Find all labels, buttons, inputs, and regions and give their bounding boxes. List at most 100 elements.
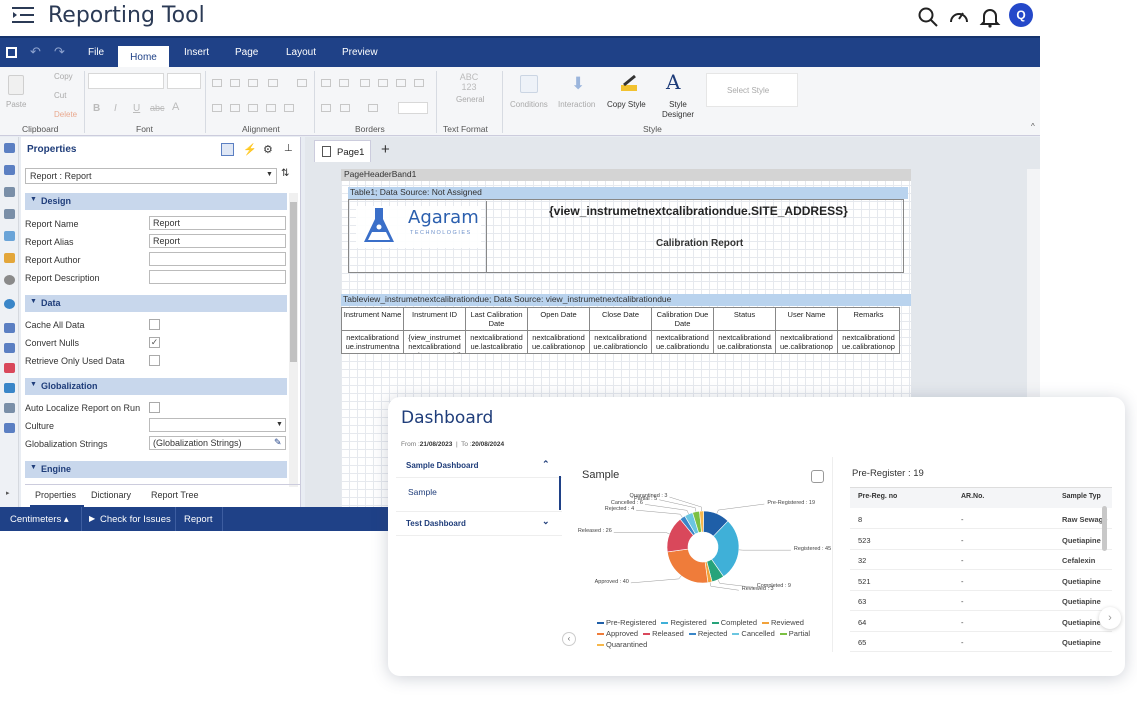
page-header-band[interactable]: PageHeaderBand1 bbox=[341, 169, 911, 181]
avatar[interactable]: Q bbox=[1009, 3, 1033, 27]
table-cell[interactable]: nextcalibrationd ue.calibrationop bbox=[527, 330, 590, 354]
table-cell[interactable]: nextcalibrationd ue.lastcalibratio bbox=[465, 330, 528, 354]
sidebar-item-sample[interactable]: Sample bbox=[408, 487, 437, 497]
fill-color-icon[interactable] bbox=[340, 104, 350, 112]
table-row[interactable]: 63 - Quetiapine bbox=[850, 591, 1112, 611]
align-center-icon[interactable] bbox=[230, 104, 240, 112]
convert-nulls-checkbox[interactable]: ✓ bbox=[149, 337, 160, 348]
cut-button[interactable]: Cut bbox=[40, 91, 66, 100]
column-header[interactable]: Status bbox=[713, 307, 776, 331]
table1[interactable]: Agaram TECHNOLOGIES {view_instrumetnextc… bbox=[348, 199, 904, 273]
column-header[interactable]: Instrument ID bbox=[403, 307, 466, 331]
interaction-button[interactable]: Interaction bbox=[558, 100, 595, 109]
tab-page1[interactable]: Page1 bbox=[314, 140, 371, 162]
align-justify-icon[interactable] bbox=[266, 104, 276, 112]
sidebar-item-test-dashboard[interactable]: Test Dashboard ⌄ bbox=[396, 511, 562, 536]
redo-icon[interactable]: ↷ bbox=[54, 44, 65, 60]
report-name-field[interactable]: Report bbox=[149, 216, 286, 230]
font-family-select[interactable] bbox=[88, 73, 164, 89]
tab-home[interactable]: Home bbox=[118, 46, 169, 69]
table1-caption[interactable]: Table1; Data Source: Not Assigned bbox=[348, 187, 908, 199]
retrieve-only-used-data-checkbox[interactable] bbox=[149, 355, 160, 366]
column-header[interactable]: User Name bbox=[775, 307, 838, 331]
table-row[interactable]: 64- Quetiapine bbox=[850, 612, 1112, 632]
border-all-icon[interactable] bbox=[321, 79, 331, 87]
copy-style-button[interactable]: Copy Style bbox=[607, 100, 646, 109]
font-color-icon[interactable]: A bbox=[172, 101, 179, 113]
style-designer-button[interactable]: Style Designer bbox=[659, 100, 697, 120]
settings-icon[interactable]: ⚙ bbox=[263, 143, 276, 156]
table-cell[interactable]: nextcalibrationd ue.calibrationdu bbox=[651, 330, 714, 354]
align-left-icon[interactable] bbox=[212, 104, 222, 112]
add-page-button[interactable]: + bbox=[381, 141, 390, 158]
panel-component-icon[interactable] bbox=[4, 187, 15, 197]
properties-view-icon[interactable] bbox=[221, 143, 234, 156]
section-globalization[interactable]: ▼ Globalization bbox=[25, 378, 287, 395]
undo-icon[interactable]: ↶ bbox=[30, 44, 41, 60]
border-none-icon[interactable] bbox=[339, 79, 349, 87]
border-bottom-icon[interactable] bbox=[414, 79, 424, 87]
column-header[interactable]: Last Calibration Date bbox=[465, 307, 528, 331]
report-alias-field[interactable]: Report bbox=[149, 234, 286, 248]
tab-report-tree[interactable]: Report Tree bbox=[151, 490, 199, 500]
table-cell[interactable]: nextcalibrationd ue.calibrationsta bbox=[713, 330, 776, 354]
column-header[interactable]: Close Date bbox=[589, 307, 652, 331]
rotate-text-icon[interactable] bbox=[268, 79, 278, 87]
tab-dictionary[interactable]: Dictionary bbox=[91, 490, 131, 500]
copy-button[interactable]: Copy bbox=[40, 72, 73, 81]
check-issues-button[interactable]: Check for Issues bbox=[100, 514, 171, 525]
gauge-component-icon[interactable] bbox=[4, 275, 15, 285]
legend-item[interactable]: Registered bbox=[661, 617, 707, 628]
border-top-icon[interactable] bbox=[378, 79, 388, 87]
date-range[interactable]: From :21/08/2023 | To :20/08/2024 bbox=[401, 441, 504, 448]
richtext-component-icon[interactable] bbox=[4, 363, 15, 373]
speedometer-icon[interactable] bbox=[948, 6, 970, 28]
expand-toolbar-icon[interactable]: ▸ bbox=[6, 489, 10, 497]
company-logo[interactable]: Agaram TECHNOLOGIES bbox=[350, 201, 487, 273]
report-author-field[interactable] bbox=[149, 252, 286, 266]
section-design[interactable]: ▼ Design bbox=[25, 193, 287, 210]
table-row[interactable]: 8- Raw Sewage bbox=[850, 509, 1112, 529]
table-cell[interactable]: nextcalibrationd ue.instrumentna bbox=[341, 330, 404, 354]
sidebar-item-sample-dashboard[interactable]: Sample Dashboard ⌃ bbox=[396, 454, 562, 478]
column-header[interactable]: Calibration Due Date bbox=[651, 307, 714, 331]
font-size-select[interactable] bbox=[167, 73, 201, 89]
legend-item[interactable]: Released bbox=[643, 628, 684, 639]
tab-properties[interactable]: Properties bbox=[30, 485, 84, 507]
report-description-field[interactable] bbox=[149, 270, 286, 284]
collapse-ribbon-icon[interactable]: ^ bbox=[1031, 122, 1035, 131]
table-row[interactable]: 65 - Quetiapine bbox=[850, 632, 1112, 652]
legend-item[interactable]: Pre-Registered bbox=[597, 617, 656, 628]
tab-preview[interactable]: Preview bbox=[342, 47, 378, 58]
underline-icon[interactable]: U bbox=[133, 103, 140, 114]
legend-item[interactable]: Cancelled bbox=[732, 628, 775, 639]
shape-component-icon[interactable] bbox=[4, 231, 15, 241]
object-select[interactable]: Report : Report ▼ bbox=[25, 168, 277, 184]
text-format-general[interactable]: General bbox=[456, 95, 484, 104]
tab-layout[interactable]: Layout bbox=[286, 47, 316, 58]
auto-localize-checkbox[interactable] bbox=[149, 402, 160, 413]
column-header[interactable]: Instrument Name bbox=[341, 307, 404, 331]
image-component-icon[interactable] bbox=[4, 209, 15, 219]
report-title[interactable]: Calibration Report bbox=[656, 238, 743, 249]
align-top-icon[interactable] bbox=[212, 79, 222, 87]
table-cell[interactable]: nextcalibrationd ue.calibrationop bbox=[775, 330, 838, 354]
tableview-caption[interactable]: Tableview_instrumetnextcalibrationdue; D… bbox=[341, 294, 911, 306]
table-cell[interactable]: nextcalibrationd ue.calibrationclo bbox=[589, 330, 652, 354]
pin-icon[interactable]: ⊥ bbox=[284, 143, 297, 156]
sort-icon[interactable]: ⇅ bbox=[281, 168, 289, 179]
word-wrap-icon[interactable] bbox=[297, 79, 307, 87]
checkbox-component-icon[interactable] bbox=[4, 383, 15, 393]
events-icon[interactable]: ⚡ bbox=[243, 143, 257, 156]
align-right-icon[interactable] bbox=[248, 104, 258, 112]
align-bottom-icon[interactable] bbox=[248, 79, 258, 87]
barcode-component-icon[interactable] bbox=[4, 323, 15, 333]
border-color-icon[interactable] bbox=[368, 104, 378, 112]
table-cell[interactable]: nextcalibrationd ue.calibrationop bbox=[837, 330, 900, 354]
table-row[interactable]: 521 - Quetiapine bbox=[850, 571, 1112, 591]
merge-cells-icon[interactable] bbox=[284, 104, 294, 112]
tab-file[interactable]: File bbox=[88, 47, 104, 58]
border-right-icon[interactable] bbox=[396, 79, 406, 87]
units-selector[interactable]: Centimeters ▴ bbox=[10, 514, 69, 525]
globalization-strings-field[interactable]: (Globalization Strings) ✎ bbox=[149, 436, 286, 450]
